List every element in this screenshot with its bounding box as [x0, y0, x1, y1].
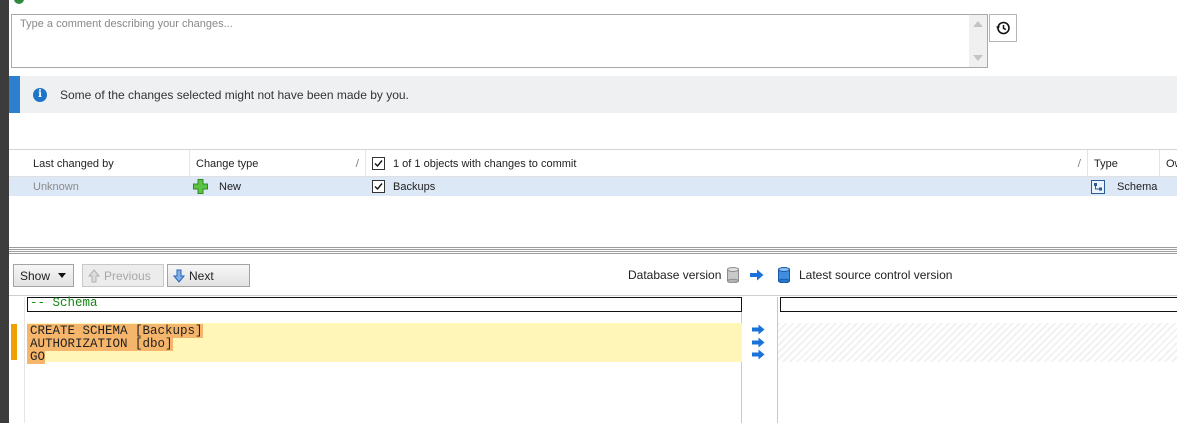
changes-grid: Last changed by Change type / 1 of 1 obj… — [9, 149, 1177, 247]
type-label: Schema — [1117, 180, 1158, 193]
column-objects-label: 1 of 1 objects with changes to commit — [393, 157, 577, 170]
column-type[interactable]: Type — [1088, 150, 1160, 177]
sort-indicator: / — [1077, 158, 1081, 169]
diff-gutter — [11, 297, 25, 423]
changed-code-block: CREATE SCHEMA [Backups] AUTHORIZATION [d… — [27, 323, 742, 364]
column-owner[interactable]: Ow — [1160, 150, 1177, 177]
checkmark-icon — [374, 160, 383, 168]
source-control-version-label: Latest source control version — [799, 268, 953, 282]
cell-object: Backups — [372, 177, 435, 196]
comment-input[interactable] — [12, 15, 970, 67]
previous-label: Previous — [104, 268, 151, 283]
database-gray-icon — [727, 267, 739, 283]
diff-toolbar: Show Previous Next Database version Late… — [9, 255, 1177, 296]
plus-icon — [193, 179, 208, 194]
current-line-box — [27, 297, 742, 312]
code-comment-line: -- Schema — [30, 296, 98, 310]
left-edge — [0, 0, 24, 423]
table-row[interactable]: Unknown New Backups Schema — [9, 177, 1177, 196]
arrow-right-icon — [752, 324, 765, 335]
arrow-right-icon — [750, 269, 764, 281]
info-banner: i Some of the changes selected might not… — [9, 76, 1177, 113]
caret-down-icon — [58, 273, 66, 278]
cell-type: Schema — [1091, 177, 1157, 196]
scroll-up-icon[interactable] — [973, 21, 983, 27]
arrow-right-icon — [752, 349, 765, 360]
change-marker — [11, 324, 17, 360]
diff-connector — [742, 297, 778, 423]
history-icon — [996, 21, 1010, 35]
code-line: CREATE SCHEMA [Backups] — [27, 323, 742, 338]
status-dot — [14, 0, 24, 4]
info-icon: i — [33, 87, 47, 102]
code-line: AUTHORIZATION [dbo] — [27, 336, 742, 351]
sort-indicator: / — [355, 158, 359, 169]
diff-right-pane[interactable] — [778, 297, 1177, 423]
next-button[interactable]: Next — [167, 264, 250, 287]
object-name: Backups — [393, 180, 436, 193]
arrow-right-icon — [752, 337, 765, 348]
schema-icon — [1091, 179, 1105, 194]
grid-header: Last changed by Change type / 1 of 1 obj… — [9, 150, 1177, 177]
comment-scrollbar[interactable] — [969, 15, 987, 67]
column-objects[interactable]: 1 of 1 objects with changes to commit / — [366, 150, 1088, 177]
pane-splitter[interactable] — [9, 247, 1177, 255]
column-change-type-label: Change type — [196, 157, 259, 170]
select-all-checkbox[interactable] — [372, 157, 385, 170]
diff-left-pane[interactable]: -- Schema CREATE SCHEMA [Backups] AUTHOR… — [11, 297, 742, 423]
previous-button[interactable]: Previous — [82, 264, 164, 287]
current-line-box — [780, 297, 1177, 312]
commit-window: i Some of the changes selected might not… — [0, 0, 1177, 423]
checkmark-icon — [374, 183, 383, 191]
column-last-changed-by-label: Last changed by — [33, 157, 114, 170]
code-line-text: GO — [27, 350, 46, 364]
next-label: Next — [189, 268, 214, 283]
change-type-label: New — [219, 180, 242, 193]
column-owner-label: Ow — [1166, 157, 1177, 170]
column-last-changed-by[interactable]: Last changed by — [27, 150, 190, 177]
info-banner-text: Some of the changes selected might not h… — [60, 87, 409, 102]
database-version-label: Database version — [628, 268, 722, 282]
row-checkbox[interactable] — [372, 180, 385, 193]
show-dropdown[interactable]: Show — [13, 264, 74, 287]
code-line: GO — [27, 349, 742, 364]
cell-last-changed-by: Unknown — [33, 180, 79, 193]
show-label: Show — [20, 268, 51, 283]
cell-change-type: New — [193, 177, 241, 196]
comment-box — [11, 14, 988, 68]
database-blue-icon — [778, 267, 790, 283]
arrow-down-icon — [173, 269, 185, 283]
missing-block-hatch — [778, 323, 1177, 362]
scroll-down-icon[interactable] — [973, 55, 983, 61]
arrow-up-icon — [88, 268, 100, 282]
column-type-label: Type — [1094, 157, 1118, 170]
column-change-type[interactable]: Change type / — [190, 150, 366, 177]
history-button[interactable] — [989, 14, 1017, 42]
